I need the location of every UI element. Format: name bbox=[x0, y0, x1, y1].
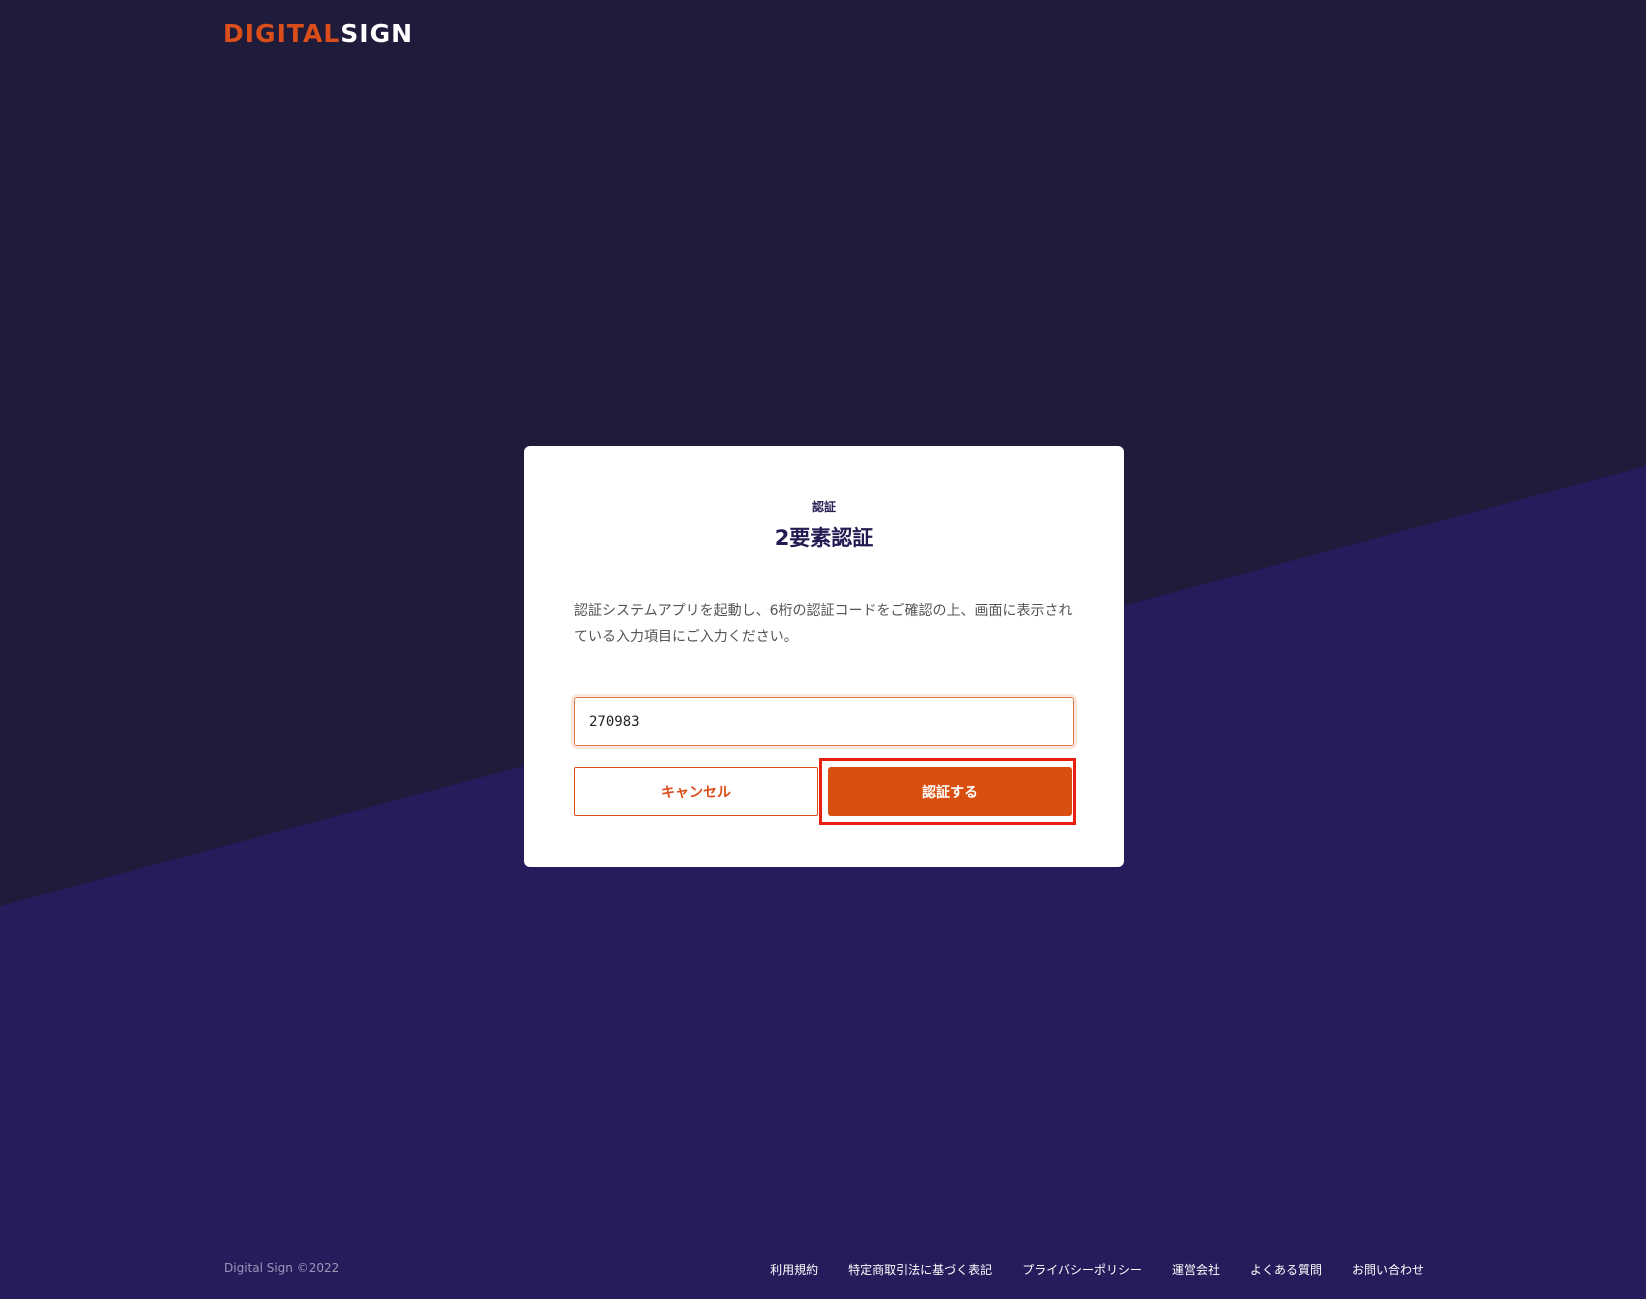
auth-code-input[interactable] bbox=[574, 697, 1074, 746]
auth-card: 認証 2要素認証 認証システムアプリを起動し、6桁の認証コードをご確認の上、画面… bbox=[524, 446, 1124, 867]
footer-link-faq[interactable]: よくある質問 bbox=[1250, 1261, 1322, 1278]
footer-link-privacy[interactable]: プライバシーポリシー bbox=[1022, 1261, 1142, 1278]
footer-link-commercial-law[interactable]: 特定商取引法に基づく表記 bbox=[848, 1261, 992, 1278]
footer-link-terms[interactable]: 利用規約 bbox=[770, 1261, 818, 1278]
page-title: 2要素認証 bbox=[774, 526, 874, 550]
logo-text-sign: SIGN bbox=[340, 19, 414, 48]
brand-logo[interactable]: DIGITALSIGN bbox=[223, 20, 413, 48]
cancel-button[interactable]: キャンセル bbox=[574, 767, 818, 816]
instructions-text: 認証システムアプリを起動し、6桁の認証コードをご確認の上、画面に表示されている入… bbox=[574, 603, 1073, 645]
footer-links: 利用規約 特定商取引法に基づく表記 プライバシーポリシー 運営会社 よくある質問… bbox=[770, 1261, 1424, 1278]
submit-auth-button[interactable]: 認証する bbox=[828, 767, 1072, 816]
footer-link-company[interactable]: 運営会社 bbox=[1172, 1261, 1220, 1278]
footer-link-contact[interactable]: お問い合わせ bbox=[1352, 1261, 1424, 1278]
card-eyebrow: 認証 bbox=[811, 500, 836, 514]
footer-copyright: Digital Sign ©2022 bbox=[224, 1261, 340, 1275]
logo-text-digital: DIGITAL bbox=[223, 19, 341, 48]
submit-highlight-frame: 認証する bbox=[819, 758, 1076, 825]
